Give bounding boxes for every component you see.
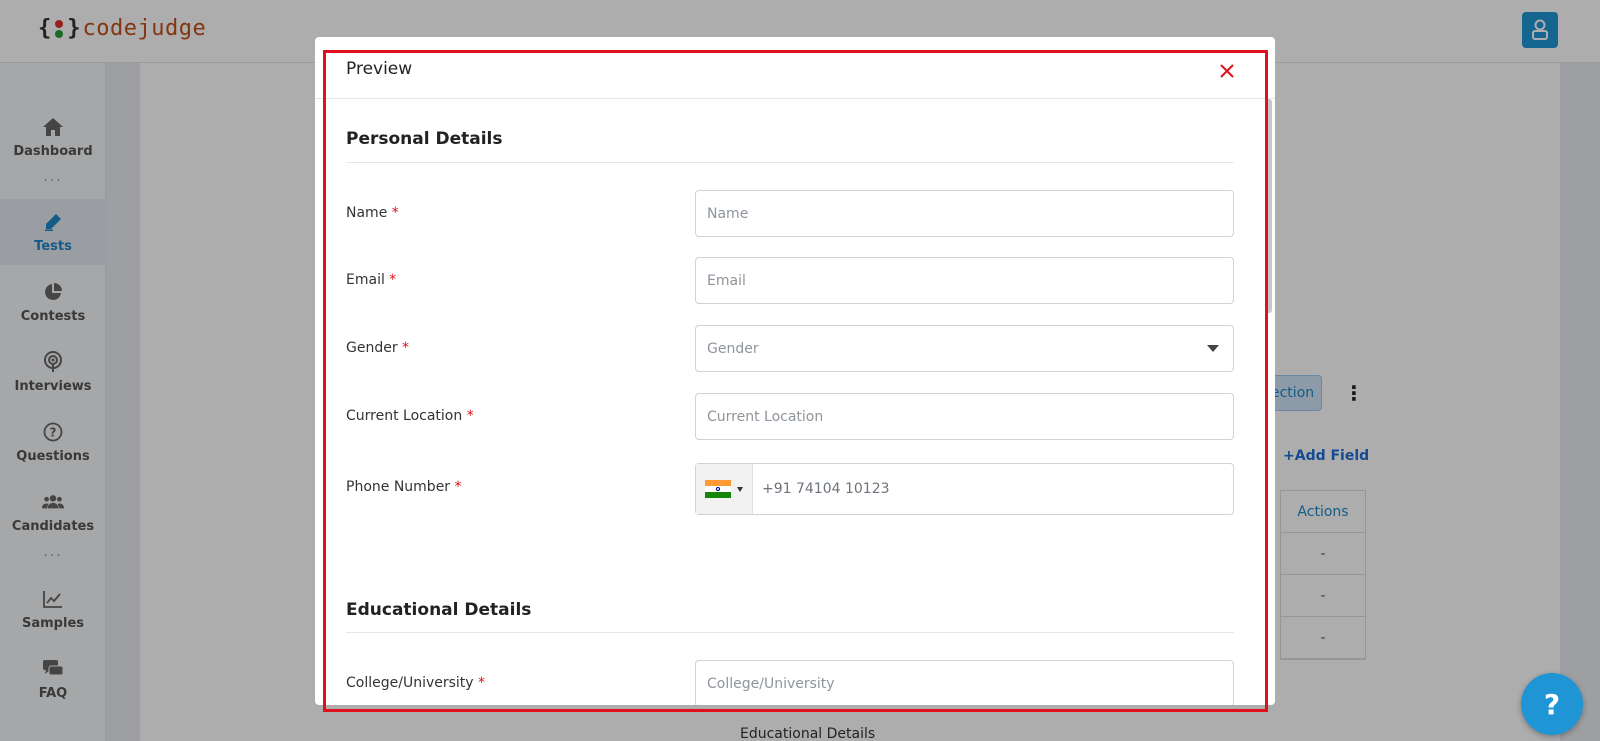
- preview-modal: Preview Personal Details Name * Email * …: [315, 37, 1275, 705]
- chevron-down-icon: [1207, 345, 1219, 352]
- section-title-personal-details: Personal Details: [346, 129, 503, 149]
- name-label: Name *: [346, 205, 399, 221]
- section-divider: [346, 632, 1234, 633]
- section-title-educational-details: Educational Details: [346, 600, 532, 620]
- current-location-label: Current Location *: [346, 408, 474, 424]
- india-flag-icon: [705, 480, 731, 498]
- required-marker: *: [478, 675, 486, 691]
- help-button[interactable]: ?: [1521, 673, 1583, 735]
- modal-title: Preview: [346, 59, 413, 79]
- required-marker: *: [402, 340, 410, 356]
- required-marker: *: [466, 408, 474, 424]
- country-code-dropdown[interactable]: [696, 464, 753, 514]
- phone-number-field: [695, 463, 1234, 515]
- close-icon: [1220, 64, 1234, 78]
- section-divider: [346, 162, 1234, 163]
- gender-select[interactable]: Gender: [695, 325, 1234, 372]
- caret-down-icon: [737, 486, 743, 492]
- email-label: Email *: [346, 272, 397, 288]
- gender-select-value: Gender: [707, 340, 759, 357]
- college-university-label: College/University *: [346, 675, 486, 691]
- college-university-input[interactable]: [695, 660, 1234, 705]
- email-input[interactable]: [695, 257, 1234, 304]
- current-location-input[interactable]: [695, 393, 1234, 440]
- phone-number-label: Phone Number *: [346, 479, 462, 495]
- required-marker: *: [454, 479, 462, 495]
- required-marker: *: [389, 272, 397, 288]
- phone-number-input[interactable]: [753, 464, 1233, 514]
- gender-label: Gender *: [346, 340, 410, 356]
- required-marker: *: [391, 205, 399, 221]
- name-input[interactable]: [695, 190, 1234, 237]
- modal-header: Preview: [315, 37, 1275, 99]
- modal-scrollbar-thumb[interactable]: [1265, 99, 1272, 313]
- close-button[interactable]: [1215, 59, 1239, 83]
